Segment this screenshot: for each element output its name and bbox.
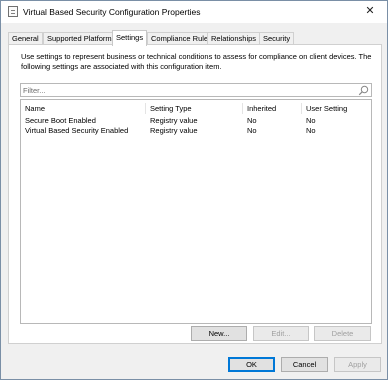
cell-setting-type: Registry value [150, 116, 198, 125]
column-header-inherited[interactable]: Inherited [243, 103, 302, 114]
table-row[interactable]: Secure Boot Enabled Registry value No No [21, 116, 371, 126]
edit-button[interactable]: Edit... [253, 326, 309, 341]
cell-name: Secure Boot Enabled [25, 116, 96, 125]
cell-user-setting: No [306, 126, 316, 135]
settings-list[interactable]: Name Setting Type Inherited User Setting… [20, 99, 372, 324]
window-title: Virtual Based Security Configuration Pro… [23, 7, 201, 17]
settings-panel: Use settings to represent business or te… [8, 44, 382, 344]
cell-inherited: No [247, 126, 257, 135]
column-header-setting-type[interactable]: Setting Type [146, 103, 243, 114]
close-icon[interactable]: ✕ [355, 1, 385, 23]
cell-setting-type: Registry value [150, 126, 198, 135]
properties-icon [8, 6, 18, 17]
properties-dialog: Virtual Based Security Configuration Pro… [0, 0, 388, 380]
apply-button[interactable]: Apply [334, 357, 381, 372]
tab-settings[interactable]: Settings [112, 30, 148, 46]
title-bar: Virtual Based Security Configuration Pro… [1, 1, 387, 23]
settings-description: Use settings to represent business or te… [21, 52, 372, 71]
cancel-button[interactable]: Cancel [281, 357, 328, 372]
column-header-user-setting[interactable]: User Setting [302, 103, 372, 114]
filter-box [20, 83, 372, 97]
cell-name: Virtual Based Security Enabled [25, 126, 129, 135]
new-button[interactable]: New... [191, 326, 247, 341]
filter-input[interactable] [23, 84, 343, 96]
ok-button[interactable]: OK [228, 357, 275, 372]
cell-inherited: No [247, 116, 257, 125]
cell-user-setting: No [306, 116, 316, 125]
table-row[interactable]: Virtual Based Security Enabled Registry … [21, 126, 371, 136]
column-header-name[interactable]: Name [21, 103, 146, 114]
search-icon[interactable] [358, 85, 369, 96]
delete-button[interactable]: Delete [314, 326, 371, 341]
